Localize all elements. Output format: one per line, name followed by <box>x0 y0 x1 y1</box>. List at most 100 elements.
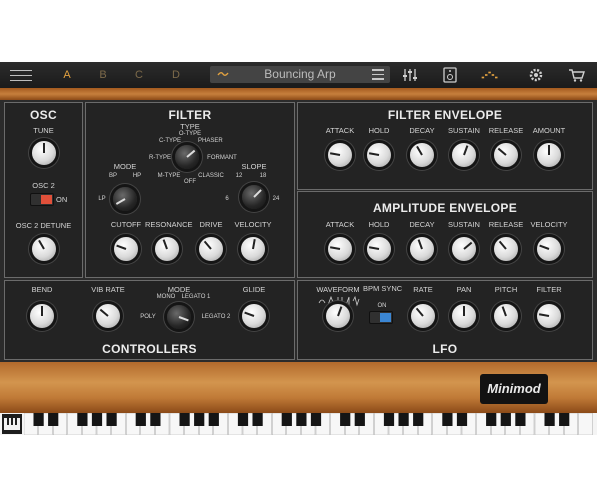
gear-icon[interactable] <box>526 66 546 84</box>
tune-knob[interactable] <box>32 141 56 165</box>
vib-rate-knob[interactable] <box>96 304 120 328</box>
black-key[interactable] <box>413 413 424 426</box>
drive-knob[interactable] <box>199 237 223 261</box>
white-key[interactable] <box>578 413 593 435</box>
aenv-attack-knob[interactable] <box>328 237 352 261</box>
osc2-on-label: ON <box>56 195 68 204</box>
cutoff-knob[interactable] <box>114 237 138 261</box>
black-key[interactable] <box>91 413 103 426</box>
slot-c-button[interactable]: C <box>132 69 146 81</box>
black-key[interactable] <box>456 413 468 426</box>
arpeggiator-icon[interactable] <box>480 66 500 84</box>
black-key[interactable] <box>383 413 395 426</box>
lfo-pitch-knob[interactable] <box>494 304 518 328</box>
filter-velocity-knob[interactable] <box>241 237 265 261</box>
black-key[interactable] <box>500 413 511 426</box>
vib-rate-label: VIB RATE <box>91 285 125 294</box>
resonance-knob[interactable] <box>155 237 179 261</box>
fenv-amount-label: AMOUNT <box>532 126 566 135</box>
filter-mode-knob[interactable] <box>113 187 137 211</box>
fenv-attack-knob[interactable] <box>328 143 352 167</box>
aenv-hold-knob[interactable] <box>367 237 391 261</box>
aenv-velocity-knob[interactable] <box>537 237 561 261</box>
fenv-release-label: RELEASE <box>488 126 524 135</box>
ctrl-mode-opt-legato1: LEGATO 1 <box>181 294 211 300</box>
black-key[interactable] <box>194 413 205 426</box>
preset-list-icon[interactable] <box>372 69 384 80</box>
black-key[interactable] <box>252 413 263 426</box>
black-key[interactable] <box>544 413 555 426</box>
black-key[interactable] <box>310 413 322 426</box>
black-key[interactable] <box>135 413 146 426</box>
black-key[interactable] <box>354 413 365 426</box>
device-icon[interactable] <box>440 66 460 84</box>
menu-icon[interactable] <box>10 70 32 81</box>
filter-envelope-title: FILTER ENVELOPE <box>387 108 503 122</box>
fenv-release-knob[interactable] <box>494 143 518 167</box>
black-key[interactable] <box>150 413 161 426</box>
black-key[interactable] <box>398 413 409 426</box>
aenv-sustain-label: SUSTAIN <box>448 220 480 229</box>
black-key[interactable] <box>208 413 219 426</box>
ctrl-mode-opt-mono: MONO <box>156 294 176 300</box>
black-key[interactable] <box>486 413 497 426</box>
lfo-pan-knob[interactable] <box>452 304 476 328</box>
lfo-pitch-label: PITCH <box>494 285 518 294</box>
osc2-label: OSC 2 <box>32 181 55 190</box>
aenv-decay-knob[interactable] <box>410 237 434 261</box>
filter-slope-knob[interactable] <box>242 185 266 209</box>
black-key[interactable] <box>296 413 307 426</box>
black-key[interactable] <box>106 413 117 426</box>
black-key[interactable] <box>237 413 249 426</box>
drive-label: DRIVE <box>199 220 223 229</box>
black-key[interactable] <box>179 413 190 426</box>
fenv-decay-knob[interactable] <box>410 143 434 167</box>
fenv-hold-knob[interactable] <box>367 143 391 167</box>
wood-trim-top <box>0 88 597 100</box>
black-key[interactable] <box>340 413 351 426</box>
osc2-detune-label: OSC 2 DETUNE <box>15 221 72 230</box>
black-key[interactable] <box>77 413 88 426</box>
fenv-sustain-knob[interactable] <box>452 143 476 167</box>
mixer-slider-icon[interactable] <box>400 66 420 84</box>
lfo-rate-knob[interactable] <box>411 304 435 328</box>
slot-a-button[interactable]: A <box>60 69 74 81</box>
lfo-filter-label: FILTER <box>536 285 562 294</box>
type-opt-otype: O-TYPE <box>178 131 202 137</box>
black-key[interactable] <box>515 413 526 426</box>
aenv-release-knob[interactable] <box>494 237 518 261</box>
slot-b-button[interactable]: B <box>96 69 110 81</box>
type-opt-ctype: C-TYPE <box>158 138 181 144</box>
waveform-knob[interactable] <box>326 304 350 328</box>
osc2-detune-knob[interactable] <box>32 237 56 261</box>
aenv-release-label: RELEASE <box>488 220 524 229</box>
fenv-attack-label: ATTACK <box>325 126 355 135</box>
osc2-toggle[interactable] <box>30 193 54 206</box>
lfo-filter-knob[interactable] <box>537 304 561 328</box>
black-key[interactable] <box>559 413 570 426</box>
black-key[interactable] <box>33 413 44 426</box>
keyboard-toggle-icon[interactable] <box>2 414 22 434</box>
resonance-label: RESONANCE <box>145 220 193 229</box>
mode-opt-hp: HP <box>132 173 142 179</box>
black-key[interactable] <box>442 413 453 426</box>
filter-type-knob[interactable] <box>175 145 199 169</box>
ctrl-mode-knob[interactable] <box>167 305 191 329</box>
bend-knob[interactable] <box>30 304 54 328</box>
slot-d-button[interactable]: D <box>169 69 183 81</box>
piano-keys[interactable] <box>24 413 597 435</box>
amplitude-envelope-title: AMPLITUDE ENVELOPE <box>372 201 518 215</box>
glide-knob[interactable] <box>242 304 266 328</box>
filter-mode-label: MODE <box>113 162 137 171</box>
preset-name[interactable]: Bouncing Arp <box>232 66 368 83</box>
mode-opt-lp: LP <box>98 196 106 202</box>
preset-type-icon <box>217 72 229 76</box>
filter-type-label: TYPE <box>180 122 200 131</box>
bpm-sync-toggle[interactable] <box>369 311 393 324</box>
black-key[interactable] <box>281 413 292 426</box>
cart-icon[interactable] <box>566 66 586 84</box>
black-key[interactable] <box>48 413 59 426</box>
aenv-sustain-knob[interactable] <box>452 237 476 261</box>
filter-slope-label: SLOPE <box>241 162 267 171</box>
fenv-amount-knob[interactable] <box>537 143 561 167</box>
